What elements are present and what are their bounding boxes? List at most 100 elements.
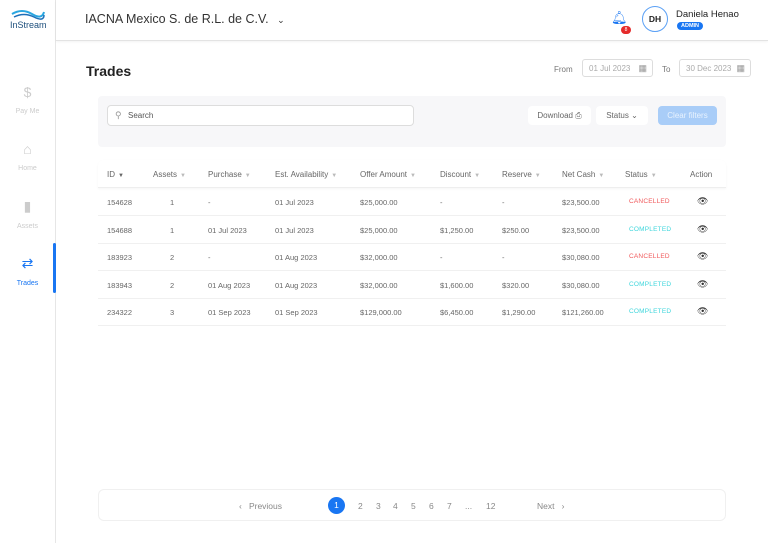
swap-arrows-icon: ⇄ xyxy=(21,255,34,271)
sidebar-item-pay-me[interactable]: $ Pay Me xyxy=(0,84,55,115)
next-button[interactable]: Next › xyxy=(537,501,564,511)
column-header-action[interactable]: Action xyxy=(690,170,712,179)
company-name: IACNA Mexico S. de R.L. de C.V. xyxy=(85,12,269,26)
view-icon[interactable]: 👁︎ xyxy=(697,196,708,207)
table-row: 154628 1 - 01 Jul 2023 $25,000.00 - - $23,500.0… xyxy=(98,188,726,216)
from-date-input[interactable]: 01 Jul 2023 ▦ xyxy=(582,59,653,77)
column-header-est-availability[interactable]: Est. Availability ▼ xyxy=(275,170,337,179)
column-label: Est. Availability xyxy=(275,170,329,179)
table-row: 183923 2 - 01 Aug 2023 $32,000.00 - - $30,080.0… xyxy=(98,243,726,272)
table-row: 234322 3 01 Sep 2023 01 Sep 2023 $129,000.00… xyxy=(98,298,726,327)
sort-icon[interactable]: ▼ xyxy=(474,173,480,179)
to-date-input[interactable]: 30 Dec 2023 ▦ xyxy=(679,59,751,77)
role-badge: ADMIN xyxy=(677,22,704,30)
table-cell: $121,260.00 xyxy=(562,308,604,318)
notification-badge: 8 xyxy=(621,26,631,34)
status-badge: COMPLETED xyxy=(629,225,672,233)
column-label: Offer Amount xyxy=(360,170,407,179)
column-header-id[interactable]: ID ▼ xyxy=(107,170,124,179)
table-cell: 01 Jul 2023 xyxy=(208,225,247,235)
status-dropdown[interactable]: Status ⌄ xyxy=(596,106,648,125)
sort-icon[interactable]: ▼ xyxy=(535,173,541,179)
table-row: 154688 1 01 Jul 2023 01 Jul 2023 $25,000.00 $… xyxy=(98,216,726,244)
page-button[interactable]: 12 xyxy=(486,501,495,511)
to-date-value: 30 Dec 2023 xyxy=(686,64,732,73)
sidebar-item-trades[interactable]: ⇄ Trades xyxy=(0,255,55,287)
view-icon[interactable]: 👁︎ xyxy=(697,306,708,317)
instream-logo-icon xyxy=(11,10,45,20)
page-button[interactable]: 7 xyxy=(447,501,452,511)
table-cell: $30,080.00 xyxy=(562,253,600,263)
sidebar-item-home[interactable]: ⌂ Home xyxy=(0,141,55,172)
table-cell: $25,000.00 xyxy=(360,198,398,207)
page-title: Trades xyxy=(86,63,132,79)
page-button[interactable]: 2 xyxy=(358,501,363,511)
view-icon[interactable]: 👁︎ xyxy=(697,279,708,290)
table-cell: $23,500.00 xyxy=(562,225,600,235)
table-cell: 154688 xyxy=(107,225,133,235)
table-cell: $250.00 xyxy=(502,225,530,235)
page-button[interactable]: 1 xyxy=(328,497,345,514)
table-cell: 01 Jul 2023 xyxy=(275,198,314,207)
sidebar-item-assets[interactable]: ▮ Assets xyxy=(0,198,55,230)
column-header-discount[interactable]: Discount ▼ xyxy=(440,170,480,179)
table-cell: - xyxy=(208,253,211,263)
sidebar-item-label: Home xyxy=(18,165,37,172)
avatar[interactable]: DH xyxy=(642,6,668,32)
column-label: Action xyxy=(690,170,713,179)
column-header-reserve[interactable]: Reserve ▼ xyxy=(502,170,541,179)
table-cell: $129,000.00 xyxy=(360,308,402,318)
page-button[interactable]: 5 xyxy=(411,501,416,511)
table-row: 183943 2 01 Aug 2023 01 Aug 2023 $32,000.00 $… xyxy=(98,271,726,299)
table-cell: 01 Aug 2023 xyxy=(208,280,251,290)
table-cell: - xyxy=(502,253,505,263)
column-label: Discount xyxy=(440,170,472,179)
status-label: Status xyxy=(606,111,629,120)
sidebar: InStream $ Pay Me ⌂ Home ▮ Assets ⇄ Trades xyxy=(0,0,56,543)
column-header-net-cash[interactable]: Net Cash ▼ xyxy=(562,170,604,179)
page-button[interactable]: 4 xyxy=(393,501,398,511)
sidebar-item-label: Pay Me xyxy=(15,108,40,115)
dollar-icon: $ xyxy=(23,84,32,100)
pagination: ‹ Previous 1 2 3 4 5 6 7... 12 Next › xyxy=(98,489,726,521)
table-cell: 01 Sep 2023 xyxy=(208,308,251,318)
clear-filters-button[interactable]: Clear filters xyxy=(658,106,717,125)
sidebar-item-label: Assets xyxy=(16,223,38,230)
download-button[interactable]: Download ⎙ xyxy=(528,106,591,125)
previous-button[interactable]: ‹ Previous xyxy=(239,501,282,511)
table-cell: 01 Aug 2023 xyxy=(275,253,318,263)
table-cell: $30,080.00 xyxy=(562,280,600,290)
sort-icon[interactable]: ▼ xyxy=(118,173,124,179)
column-header-assets[interactable]: Assets ▼ xyxy=(153,170,186,179)
sort-icon[interactable]: ▼ xyxy=(245,173,251,179)
table-cell: $1,600.00 xyxy=(440,280,474,290)
column-header-offer-amount[interactable]: Offer Amount ▼ xyxy=(360,170,416,179)
table-cell: 2 xyxy=(170,280,175,290)
column-header-purchase[interactable]: Purchase ▼ xyxy=(208,170,251,179)
view-icon[interactable]: 👁︎ xyxy=(697,251,708,262)
sort-icon[interactable]: ▼ xyxy=(410,173,416,179)
page-button[interactable]: 3 xyxy=(376,501,381,511)
header: IACNA Mexico S. de R.L. de C.V. ⌄ 🔔︎ 8 D… xyxy=(56,0,768,41)
column-label: Reserve xyxy=(502,170,532,179)
sort-icon[interactable]: ▼ xyxy=(598,173,604,179)
from-date-value: 01 Jul 2023 xyxy=(589,64,631,73)
search-input[interactable]: ⚲ Search xyxy=(107,105,414,126)
sort-icon[interactable]: ▼ xyxy=(651,173,657,179)
page-button[interactable]: 6 xyxy=(429,501,434,511)
view-icon[interactable]: 👁︎ xyxy=(697,224,708,235)
status-badge: CANCELLED xyxy=(629,253,670,261)
bell-icon[interactable]: 🔔︎ xyxy=(611,10,628,26)
table-cell: - xyxy=(502,198,505,207)
sort-icon[interactable]: ▼ xyxy=(331,173,337,179)
table-cell: 3 xyxy=(170,308,175,318)
column-header-status[interactable]: Status ▼ xyxy=(625,170,657,179)
table-cell: $32,000.00 xyxy=(360,280,398,290)
table-cell: 1 xyxy=(170,198,175,207)
table-cell: $25,000.00 xyxy=(360,225,398,235)
to-label: To xyxy=(662,65,671,74)
table-cell: - xyxy=(208,198,211,207)
company-selector[interactable]: IACNA Mexico S. de R.L. de C.V. ⌄ xyxy=(85,12,285,26)
status-badge: COMPLETED xyxy=(629,308,672,316)
sort-icon[interactable]: ▼ xyxy=(180,173,186,179)
